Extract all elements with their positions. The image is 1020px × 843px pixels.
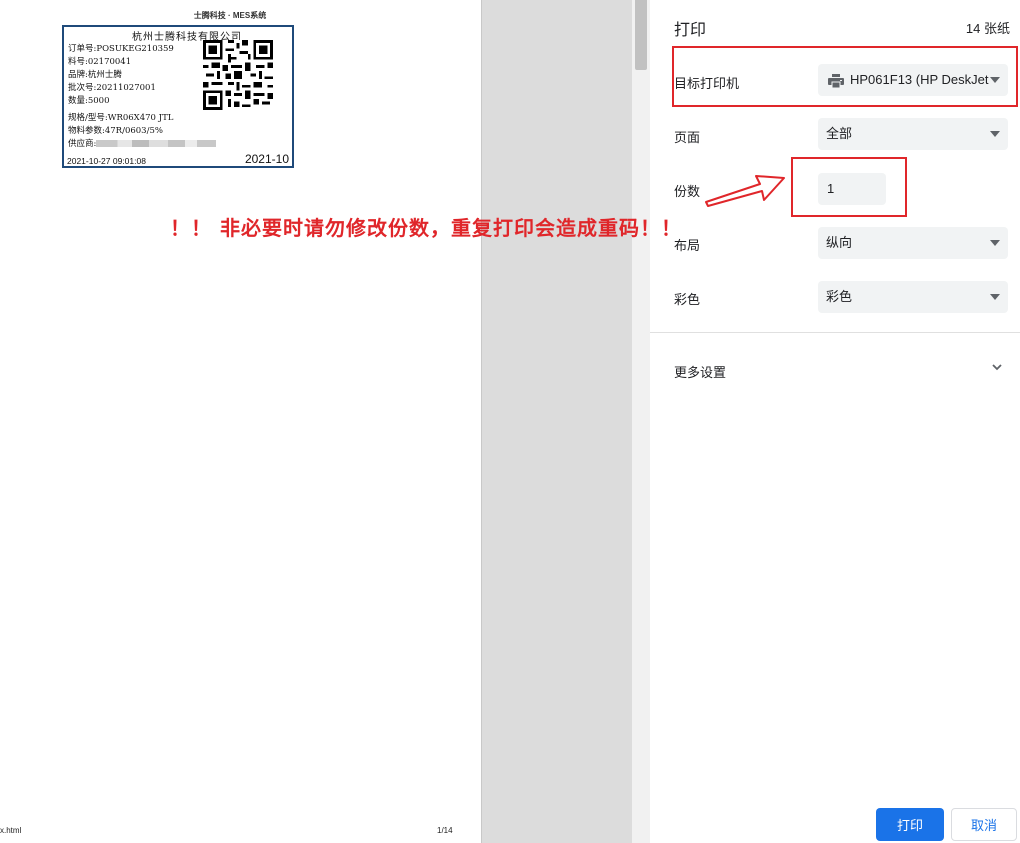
- label-params: 物料参数:47R/0603/5%: [68, 126, 163, 136]
- label-material-no: 料号:02170041: [68, 57, 132, 67]
- divider: [650, 332, 1020, 333]
- label-batch-short: 2021-10: [244, 152, 289, 166]
- destination-highlight-box: [672, 46, 1018, 107]
- page-footer-page-number: 1/14: [437, 826, 453, 835]
- label-quantity: 数量:5000: [68, 96, 110, 106]
- page-footer-url: x.html: [0, 826, 22, 835]
- label-supplier: 供应商:: [68, 139, 97, 149]
- more-settings-toggle[interactable]: 更多设置: [674, 362, 726, 381]
- warning-annotation: ！！ 非必要时请勿修改份数，重复打印会造成重码！！: [170, 216, 682, 240]
- label-brand: 品牌:杭州士腾: [68, 70, 122, 80]
- label-spec: 规格/型号:WR06X470 JTL: [68, 113, 174, 123]
- color-label: 彩色: [674, 292, 701, 307]
- pages-label: 页面: [674, 130, 701, 145]
- chevron-down-icon[interactable]: [990, 360, 1004, 374]
- label-batch-no: 批次号:20211027001: [68, 83, 156, 93]
- dialog-title: 打印: [674, 22, 707, 39]
- preview-background: [481, 0, 632, 843]
- color-value: 彩色: [826, 289, 853, 304]
- label-supplier-row: 供应商:: [68, 137, 217, 149]
- print-preview-page: 士腾科技 · MES系统 杭州士腾科技有限公司 订单号:POSUKEG21035…: [0, 0, 481, 843]
- copies-highlight-box: [791, 157, 907, 217]
- chevron-down-icon: [990, 240, 1000, 246]
- chevron-down-icon: [990, 131, 1000, 137]
- preview-scrollbar[interactable]: [632, 0, 650, 843]
- arrow-icon: [705, 175, 785, 207]
- label-order-no: 订单号:POSUKEG210359: [68, 44, 174, 54]
- label-datetime: 2021-10-27 09:01:08: [67, 156, 146, 166]
- layout-select[interactable]: 纵向: [818, 227, 1008, 259]
- layout-value: 纵向: [826, 235, 853, 250]
- product-label: 杭州士腾科技有限公司 订单号:POSUKEG210359 料号:02170041…: [62, 25, 294, 168]
- chevron-down-icon: [990, 294, 1000, 300]
- redacted-supplier-blur: [96, 140, 217, 147]
- pages-select[interactable]: 全部: [818, 118, 1008, 150]
- copies-label: 份数: [674, 184, 701, 199]
- sheet-count: 14 张纸: [965, 21, 1010, 36]
- print-settings-panel: 打印 14 张纸 目标打印机 HP061F13 (HP DeskJet 页面 全…: [650, 0, 1020, 843]
- print-button[interactable]: 打印: [876, 808, 944, 841]
- page-header: 士腾科技 · MES系统: [193, 11, 267, 20]
- scrollbar-thumb[interactable]: [635, 0, 647, 70]
- color-select[interactable]: 彩色: [818, 281, 1008, 313]
- cancel-button[interactable]: 取消: [951, 808, 1017, 841]
- pages-value: 全部: [826, 126, 853, 141]
- qr-code: [203, 40, 273, 110]
- label-company: 杭州士腾科技有限公司: [132, 32, 242, 43]
